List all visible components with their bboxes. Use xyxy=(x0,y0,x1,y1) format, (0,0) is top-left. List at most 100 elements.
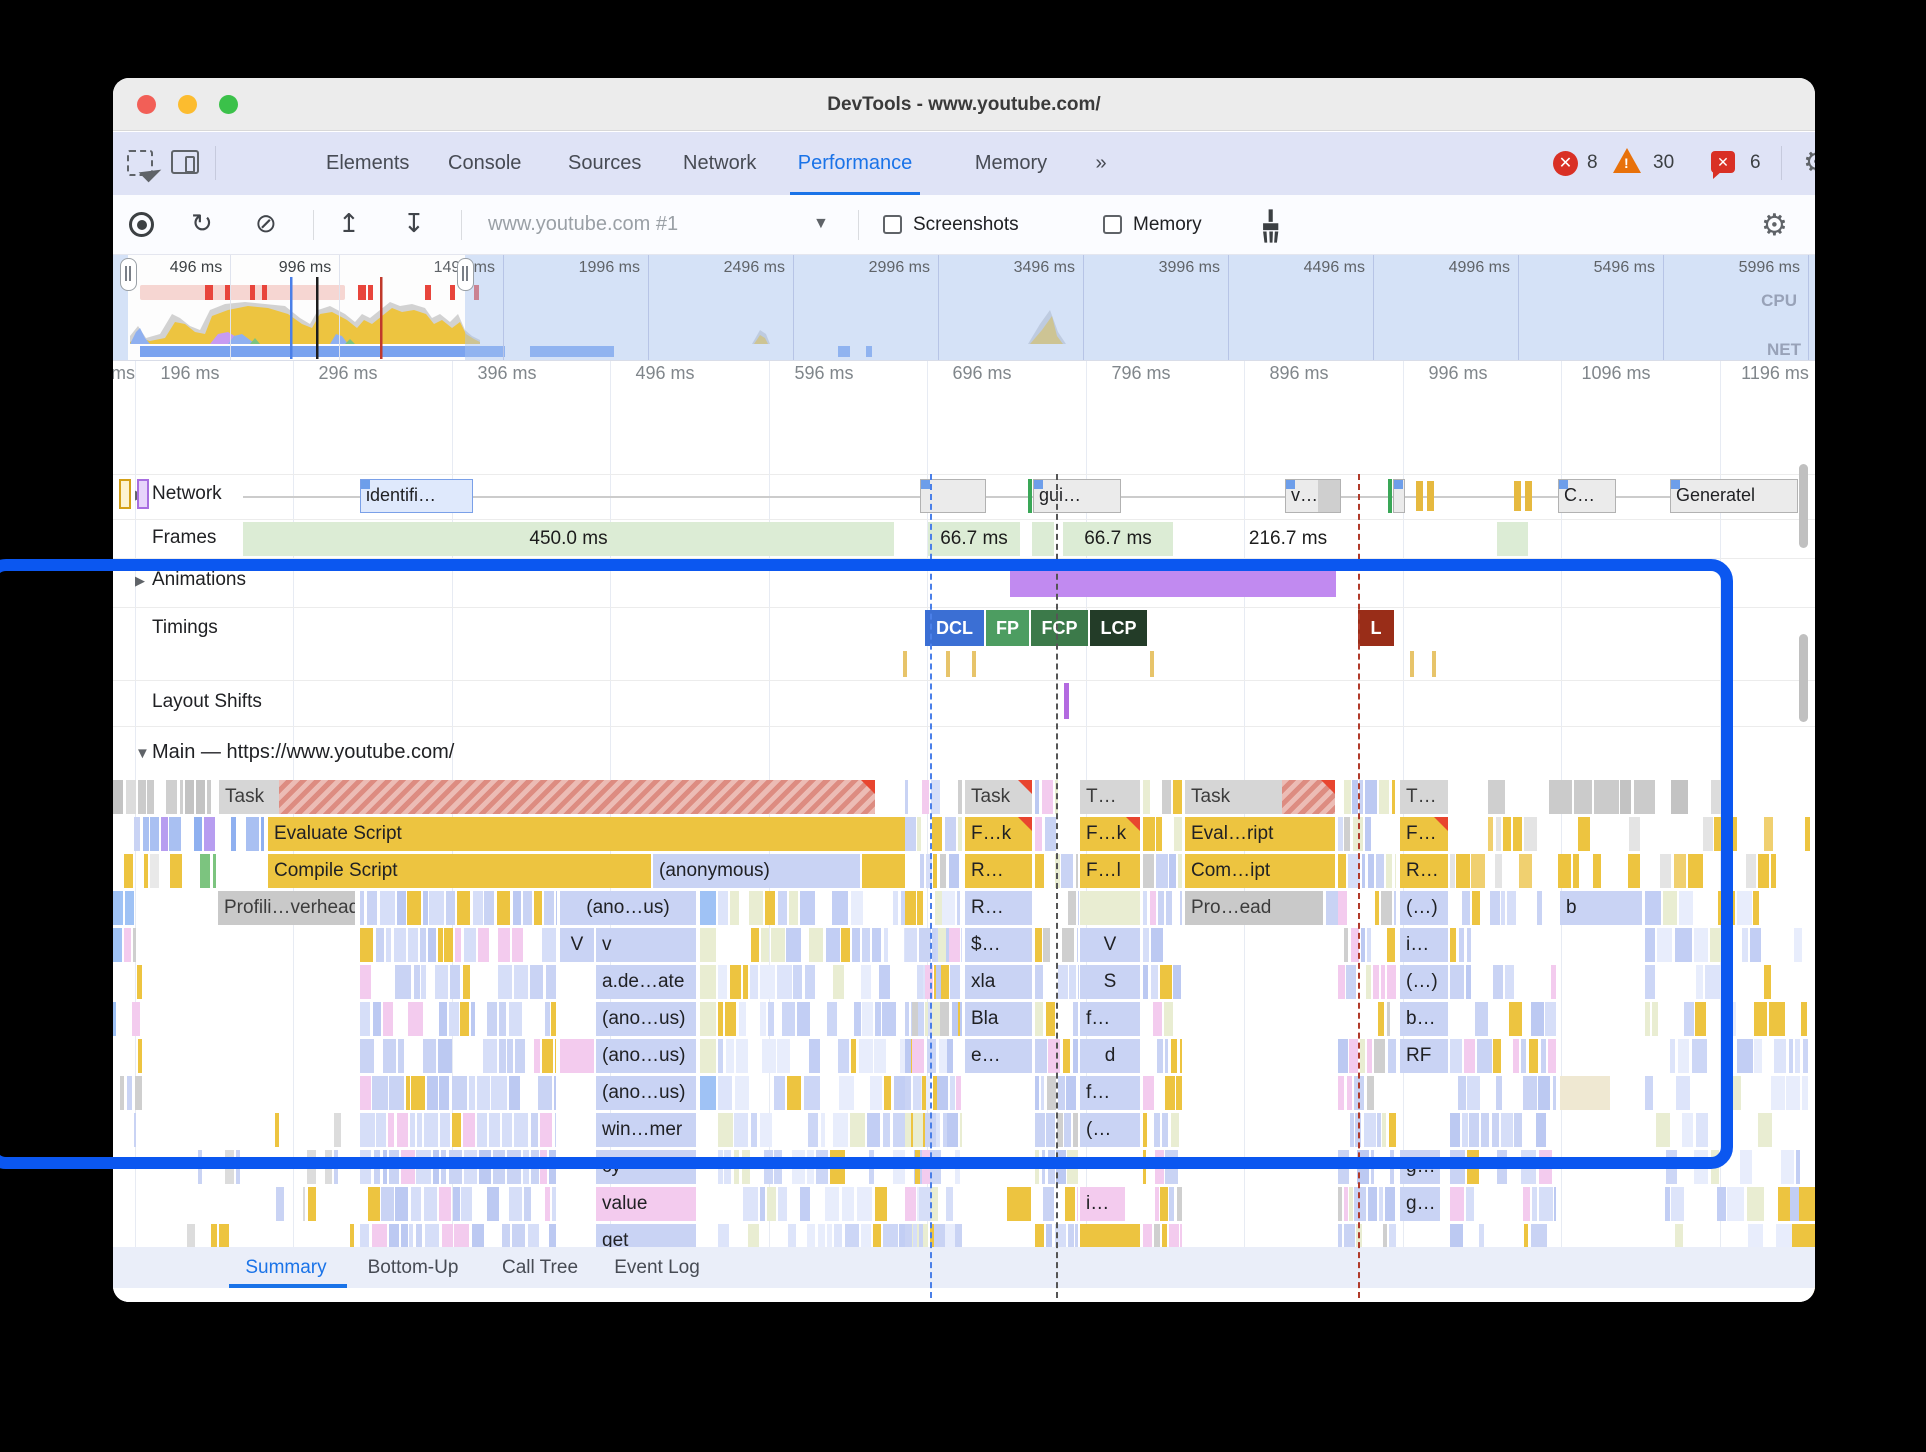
tab-sources[interactable]: Sources xyxy=(568,132,641,195)
flame-bar[interactable]: Profili…verhead xyxy=(218,891,355,925)
flame-bar[interactable]: (ano…us) xyxy=(596,1076,696,1110)
issues-count[interactable]: 6 xyxy=(1750,152,1761,174)
flame-bar[interactable]: win…mer xyxy=(596,1113,696,1147)
flame-bar[interactable]: $… xyxy=(965,928,1032,962)
flame-bar[interactable]: b xyxy=(1560,891,1642,925)
profile-select[interactable]: www.youtube.com #1 xyxy=(488,213,678,236)
tab-elements[interactable]: Elements xyxy=(326,132,409,195)
flame-bar[interactable] xyxy=(1560,1076,1610,1110)
flame-bar[interactable]: Task xyxy=(965,780,1032,814)
load-profile-icon[interactable]: ↥ xyxy=(338,210,360,236)
device-toolbar-icon[interactable] xyxy=(171,150,199,174)
flame-bar[interactable]: i… xyxy=(1080,1187,1125,1221)
tab-network[interactable]: Network xyxy=(683,132,756,195)
clear-recording-button[interactable]: ⊘ xyxy=(255,210,277,236)
warning-count-icon[interactable]: ! xyxy=(1613,148,1641,173)
flame-bar[interactable]: xla xyxy=(965,965,1032,999)
flame-bar[interactable]: R… xyxy=(1400,854,1448,888)
overview-window-handle-right[interactable] xyxy=(457,258,474,291)
flame-bar[interactable]: T… xyxy=(1400,780,1448,814)
flame-bar[interactable] xyxy=(700,1039,716,1073)
screenshots-checkbox[interactable] xyxy=(883,215,902,234)
flame-bar[interactable]: V xyxy=(560,928,594,962)
flame-bar[interactable] xyxy=(700,965,716,999)
tab-console[interactable]: Console xyxy=(448,132,521,195)
flame-bar[interactable]: v xyxy=(596,928,696,962)
flame-bar[interactable]: Compile Script xyxy=(268,854,651,888)
flame-bar[interactable]: e… xyxy=(965,1039,1032,1073)
flame-bar[interactable]: T… xyxy=(1080,780,1140,814)
flame-filler-bar xyxy=(884,1076,891,1110)
flame-bar[interactable]: (…) xyxy=(1400,965,1448,999)
capture-settings-gear-icon[interactable]: ⚙ xyxy=(1761,208,1788,243)
collect-garbage-icon[interactable] xyxy=(1253,208,1287,244)
flame-bar[interactable]: F… xyxy=(1400,817,1448,851)
overview-tick-label: 5996 ms xyxy=(1738,259,1800,276)
flame-bar[interactable]: R… xyxy=(965,854,1032,888)
tab-»[interactable]: » xyxy=(1088,132,1114,195)
flame-bar[interactable]: Evaluate Script xyxy=(268,817,905,851)
flame-filler-bar xyxy=(1781,1150,1795,1184)
details-tab-summary[interactable]: Summary xyxy=(241,1247,331,1288)
flame-bar[interactable] xyxy=(700,891,716,925)
flame-bar[interactable]: R… xyxy=(965,891,1032,925)
flame-bar[interactable] xyxy=(1080,891,1140,925)
error-count[interactable]: 8 xyxy=(1587,152,1598,174)
record-button[interactable] xyxy=(129,212,154,237)
performance-toolbar: ↻ ⊘ ↥ ↧ www.youtube.com #1 ▼ Screenshots… xyxy=(113,195,1815,255)
flame-bar[interactable]: b… xyxy=(1400,1002,1448,1036)
flame-bar[interactable] xyxy=(700,1002,716,1036)
profile-select-caret-icon[interactable]: ▼ xyxy=(813,215,829,233)
flame-bar[interactable]: S xyxy=(1080,965,1140,999)
flame-bar[interactable]: Task xyxy=(1185,780,1335,814)
flame-bar[interactable]: F…l xyxy=(1080,854,1140,888)
reload-and-record-button[interactable]: ↻ xyxy=(191,210,213,236)
flame-bar[interactable]: i… xyxy=(1400,928,1448,962)
flame-bar[interactable]: Bla xyxy=(965,1002,1032,1036)
flame-bar[interactable] xyxy=(700,928,716,962)
flame-bar[interactable] xyxy=(1007,1187,1031,1221)
flame-bar[interactable]: a.de…ate xyxy=(596,965,696,999)
flame-bar[interactable]: g… xyxy=(1400,1150,1440,1184)
flame-bar[interactable]: (…) xyxy=(1400,891,1448,925)
flame-bar[interactable]: d xyxy=(1080,1039,1140,1073)
flame-bar[interactable]: (ano…us) xyxy=(596,1039,696,1073)
settings-gear-icon[interactable]: ⚙ xyxy=(1803,145,1815,180)
flame-bar[interactable]: g… xyxy=(1400,1187,1440,1221)
flame-bar[interactable]: Pro…ead xyxy=(1185,891,1323,925)
flame-bar[interactable]: (ano…us) xyxy=(596,1002,696,1036)
tab-performance[interactable]: Performance xyxy=(794,132,916,195)
vertical-scrollbar-thumb[interactable] xyxy=(1799,634,1808,722)
flame-bar[interactable]: (ano…us) xyxy=(560,891,696,925)
flame-bar[interactable]: V xyxy=(1080,928,1140,962)
flame-bar[interactable]: Task xyxy=(219,780,875,814)
flame-bar[interactable]: cy xyxy=(596,1150,696,1184)
flame-bar[interactable]: f… xyxy=(1080,1076,1140,1110)
flame-bar[interactable] xyxy=(862,854,905,888)
error-count-icon[interactable]: ✕ xyxy=(1553,151,1578,176)
timeline-overview[interactable]: 1496 ms 1996 ms 2496 ms 2996 ms 3496 ms 3996 … xyxy=(113,255,1815,361)
flame-bar[interactable] xyxy=(1326,891,1338,925)
details-tab-call-tree[interactable]: Call Tree xyxy=(498,1247,582,1288)
flame-bar[interactable]: F…k xyxy=(965,817,1032,851)
flame-bar[interactable]: Eval…ript xyxy=(1185,817,1335,851)
inspect-element-icon[interactable] xyxy=(127,150,162,183)
flame-bar[interactable]: F…k xyxy=(1080,817,1140,851)
flame-bar[interactable] xyxy=(700,1076,716,1110)
flame-bar[interactable]: (… xyxy=(1080,1113,1140,1147)
warning-count[interactable]: 30 xyxy=(1653,152,1674,174)
flame-bar[interactable]: Com…ipt xyxy=(1185,854,1335,888)
save-profile-icon[interactable]: ↧ xyxy=(403,210,425,236)
details-tab-bottom-up[interactable]: Bottom-Up xyxy=(363,1247,463,1288)
memory-checkbox[interactable] xyxy=(1103,215,1122,234)
flame-bar[interactable]: RF xyxy=(1400,1039,1448,1073)
flame-bar[interactable]: (anonymous) xyxy=(653,854,860,888)
issues-count-icon[interactable]: ✕ xyxy=(1711,151,1735,179)
details-tab-event-log[interactable]: Event Log xyxy=(611,1247,703,1288)
tab-memory[interactable]: Memory xyxy=(971,132,1051,195)
vertical-scrollbar-thumb[interactable] xyxy=(1799,464,1808,548)
flame-bar[interactable]: value xyxy=(596,1187,696,1221)
flame-bar[interactable] xyxy=(560,1039,594,1073)
overview-window-handle-left[interactable] xyxy=(120,258,137,291)
flame-bar[interactable]: f… xyxy=(1080,1002,1140,1036)
